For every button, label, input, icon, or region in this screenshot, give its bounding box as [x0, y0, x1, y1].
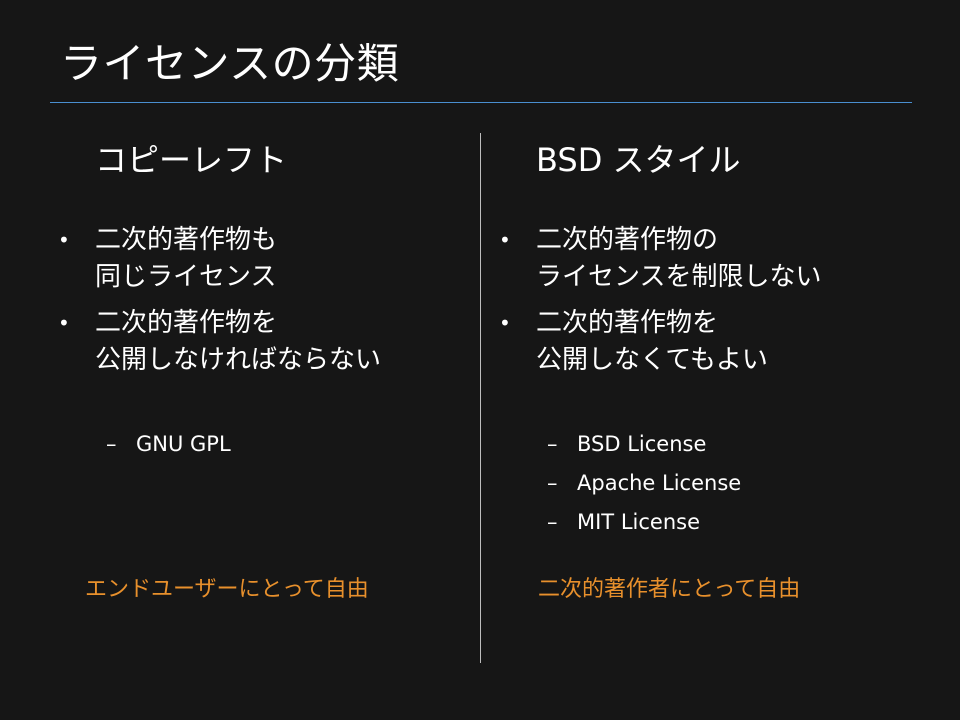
bullet-line: 二次的著作物を	[536, 308, 719, 338]
column-heading: BSD スタイル	[536, 141, 741, 179]
license-name: BSD License	[577, 432, 707, 456]
column-divider	[480, 133, 481, 663]
license-item: – BSD License	[547, 425, 741, 464]
dash-marker: –	[547, 471, 558, 495]
freedom-note: 二次的著作者にとって自由	[538, 577, 801, 602]
license-name: Apache License	[577, 471, 742, 495]
bullet-item: • 二次的著作物の ライセンスを制限しない	[499, 222, 822, 296]
bullet-marker: •	[499, 228, 511, 252]
license-item: – Apache License	[547, 464, 742, 503]
license-list: – BSD License – Apache License – MIT Lic…	[547, 425, 742, 542]
bullet-line: 二次的著作物の	[536, 225, 719, 255]
license-name: MIT License	[577, 510, 700, 534]
license-item: – MIT License	[547, 503, 741, 542]
dash-marker: –	[547, 432, 558, 456]
dash-marker: –	[547, 510, 558, 534]
bullet-item: • 二次的著作物を 公開しなくてもよい	[499, 305, 768, 379]
column-bsd-style: BSD スタイル • 二次的著作物の ライセンスを制限しない • 二次的著作物を…	[0, 0, 821, 720]
bullet-marker: •	[499, 311, 511, 335]
bullet-line: 公開しなくてもよい	[536, 345, 768, 375]
bullet-line: ライセンスを制限しない	[536, 262, 822, 292]
